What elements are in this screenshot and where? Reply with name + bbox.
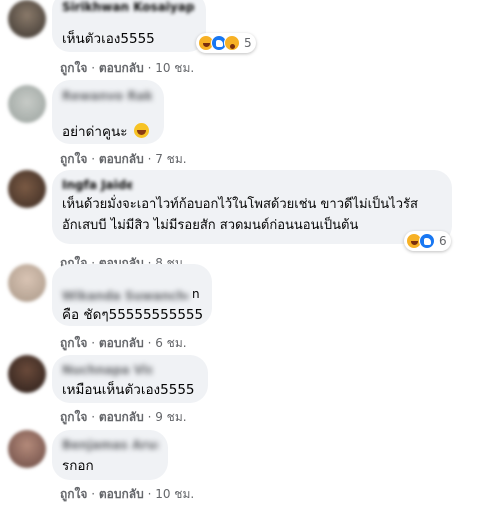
comment-bubble: Benjamas Arunsri รกอก xyxy=(52,430,168,480)
comment-actions: ถูกใจ · ตอบกลับ · 7 ชม. xyxy=(60,152,187,166)
timestamp[interactable]: 7 ชม. xyxy=(155,152,186,166)
reaction-count: 5 xyxy=(244,36,252,50)
comment-bubble: Sirikhwan Kosaiyapath เห็นตัวเอง5555 xyxy=(52,0,206,52)
comment-text: เห็นตัวเอง5555 xyxy=(62,31,155,47)
timestamp[interactable]: 9 ชม. xyxy=(155,410,186,424)
comment-bubble: Nuchnapa Viset เหมือนเห็นตัวเอง5555 xyxy=(52,355,208,403)
comment-author[interactable]: Sirikhwan Kosaiyapath xyxy=(62,0,194,14)
comment-text: รกอก xyxy=(62,458,94,474)
avatar[interactable] xyxy=(8,430,46,468)
reply-link[interactable]: ตอบกลับ xyxy=(99,487,144,501)
comment-author[interactable]: Wikanda Suwanchon xyxy=(62,289,188,303)
wow-icon xyxy=(224,35,240,51)
comment-author[interactable] xyxy=(62,272,132,286)
comment-actions: ถูกใจ · ตอบกลับ · 6 ชม. xyxy=(60,336,187,350)
comment-text: คือ ชัดๆ55555555555 xyxy=(62,307,204,323)
like-link[interactable]: ถูกใจ xyxy=(60,336,87,350)
author-suffix: n xyxy=(192,287,200,301)
reply-link[interactable]: ตอบกลับ xyxy=(99,61,144,75)
reply-link[interactable]: ตอบกลับ xyxy=(99,336,144,350)
comment-author[interactable]: Benjamas Arunsri xyxy=(62,438,158,452)
avatar[interactable] xyxy=(8,170,46,208)
comment-text: อย่าด่าคูนะ xyxy=(62,122,152,143)
like-link[interactable]: ถูกใจ xyxy=(60,61,87,75)
comment-bubble: Rewanvo Raksai อย่าด่าคูนะ xyxy=(52,80,164,144)
like-link[interactable]: ถูกใจ xyxy=(60,152,87,166)
avatar[interactable] xyxy=(8,85,46,123)
comment-author[interactable]: Ingfa Jaidee xyxy=(62,178,132,192)
timestamp[interactable]: 10 ชม. xyxy=(155,487,194,501)
like-link[interactable]: ถูกใจ xyxy=(60,410,87,424)
comment-author-secondary xyxy=(62,105,142,119)
reaction-summary[interactable]: 5 xyxy=(196,33,256,53)
comment-text-line: อักเสบบี ไม่มีสิว ไม่มีรอยสัก สวดมนต์ก่อ… xyxy=(62,218,359,233)
comment-author[interactable]: Rewanvo Raksai xyxy=(62,89,152,103)
comment-text: เหมือนเห็นตัวเอง5555 xyxy=(62,382,195,398)
like-icon xyxy=(419,233,435,249)
comment-actions: ถูกใจ · ตอบกลับ · 10 ชม. xyxy=(60,61,195,75)
reaction-count: 6 xyxy=(439,234,447,248)
timestamp[interactable]: 10 ชม. xyxy=(155,61,194,75)
laughing-emoji-icon xyxy=(133,123,149,138)
comment-text-line: เห็นด้วยมั่งจะเอาไวท์ก้อบอกไว้ในโพสด้วยเ… xyxy=(62,197,418,212)
comment-bubble: Wikanda Suwanchon n คือ ชัดๆ55555555555 xyxy=(52,264,212,326)
reply-link[interactable]: ตอบกลับ xyxy=(99,152,144,166)
comment-bubble: Ingfa Jaidee เห็นด้วยมั่งจะเอาไวท์ก้อบอก… xyxy=(52,170,452,244)
comment-actions: ถูกใจ · ตอบกลับ · 10 ชม. xyxy=(60,487,195,501)
comment-author[interactable]: Nuchnapa Viset xyxy=(62,363,152,377)
reply-link[interactable]: ตอบกลับ xyxy=(99,410,144,424)
avatar[interactable] xyxy=(8,355,46,393)
comment-actions: ถูกใจ · ตอบกลับ · 9 ชม. xyxy=(60,410,187,424)
timestamp[interactable]: 6 ชม. xyxy=(155,336,186,350)
avatar[interactable] xyxy=(8,0,46,38)
reaction-summary[interactable]: 6 xyxy=(404,231,451,251)
comment-author-row: Wikanda Suwanchon n xyxy=(62,287,200,303)
avatar[interactable] xyxy=(8,264,46,302)
like-link[interactable]: ถูกใจ xyxy=(60,487,87,501)
